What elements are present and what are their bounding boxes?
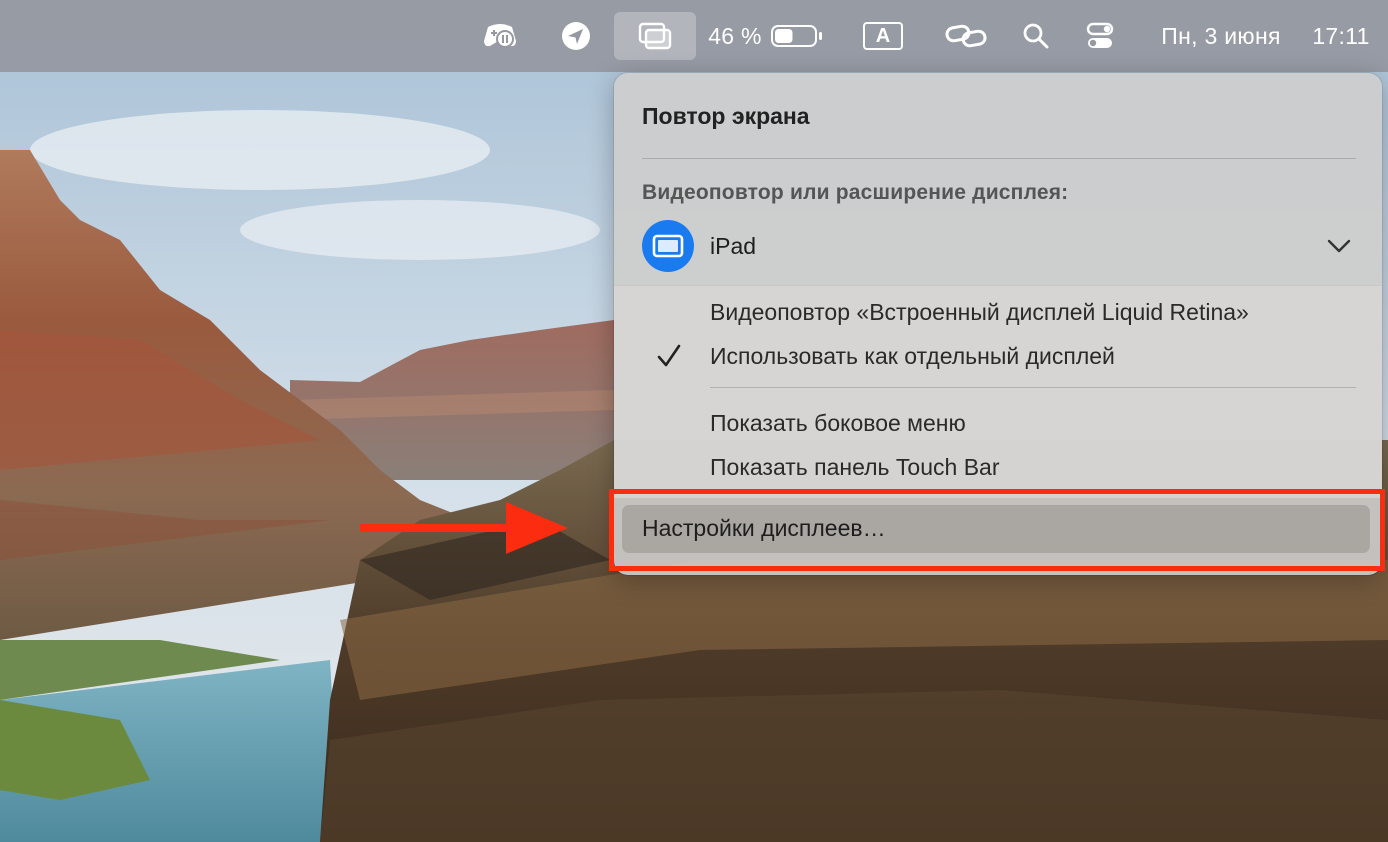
ipad-icon — [642, 220, 694, 272]
screen-mirroring-icon[interactable] — [614, 12, 696, 60]
menu-item-mirror-builtin[interactable]: Видеоповтор «Встроенный дисплей Liquid R… — [710, 299, 1249, 326]
menu-bar: 46 % A Пн, 3 июня 17:11 — [0, 0, 1388, 72]
menu-bar-date[interactable]: Пн, 3 июня — [1148, 0, 1294, 72]
location-arrow-icon[interactable] — [554, 0, 598, 72]
menu-title: Повтор экрана — [642, 103, 810, 129]
section-label: Видеоповтор или расширение дисплея: — [642, 181, 1069, 204]
device-name: iPad — [710, 233, 757, 259]
control-center-icon[interactable] — [1080, 0, 1120, 72]
battery-percent: 46 % — [708, 22, 762, 49]
device-options-group: Видеоповтор «Встроенный дисплей Liquid R… — [614, 285, 1382, 498]
annotation-arrow-icon — [360, 502, 568, 554]
separator — [642, 158, 1356, 159]
menu-bar-time[interactable]: 17:11 — [1300, 0, 1382, 72]
link-icon[interactable] — [940, 0, 992, 72]
checkmark-icon — [657, 344, 681, 367]
chevron-down-icon[interactable] — [1324, 231, 1354, 261]
separator — [710, 387, 1356, 388]
device-row-ipad[interactable]: iPad — [614, 217, 1382, 279]
gamepad-status-icon[interactable] — [478, 0, 522, 72]
menu-item-show-touch-bar[interactable]: Показать панель Touch Bar — [710, 454, 1000, 481]
annotation-highlight-box — [609, 489, 1385, 571]
input-source-icon[interactable]: A — [856, 0, 910, 72]
search-icon[interactable] — [1016, 0, 1056, 72]
menu-item-use-separate-display[interactable]: Использовать как отдельный дисплей — [710, 343, 1115, 370]
menu-item-show-sidebar[interactable]: Показать боковое меню — [710, 410, 966, 437]
battery-icon[interactable] — [768, 0, 826, 72]
